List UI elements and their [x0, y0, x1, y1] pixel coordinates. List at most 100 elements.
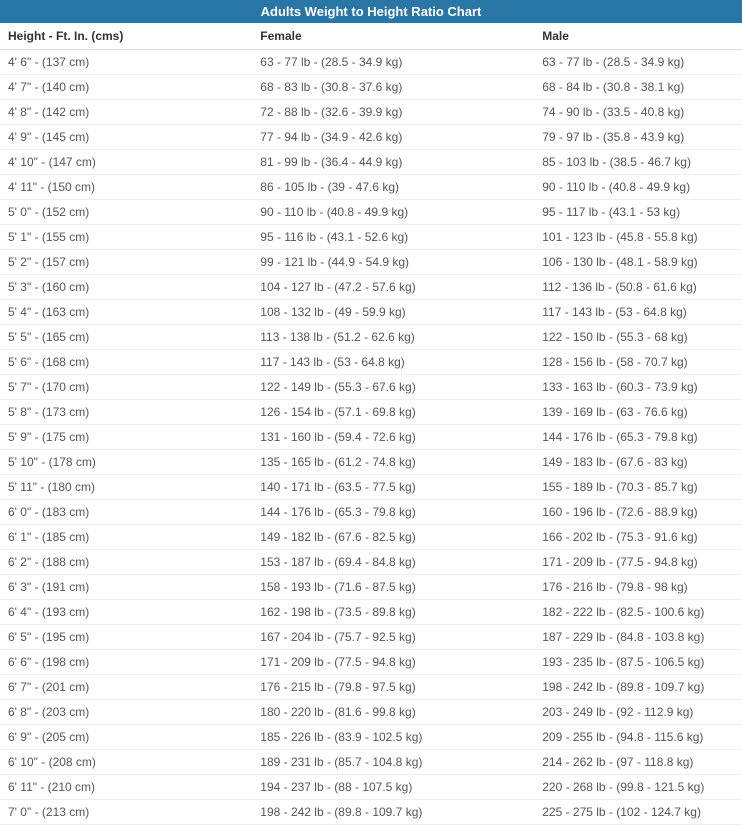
cell-female: 113 - 138 lb - (51.2 - 62.6 kg) — [252, 325, 534, 350]
cell-male: 106 - 130 lb - (48.1 - 58.9 kg) — [534, 250, 742, 275]
table-row: 5' 8" - (173 cm)126 - 154 lb - (57.1 - 6… — [0, 400, 742, 425]
cell-height: 5' 2" - (157 cm) — [0, 250, 252, 275]
table-row: 4' 11" - (150 cm)86 - 105 lb - (39 - 47.… — [0, 175, 742, 200]
cell-male: 101 - 123 lb - (45.8 - 55.8 kg) — [534, 225, 742, 250]
cell-male: 112 - 136 lb - (50.8 - 61.6 kg) — [534, 275, 742, 300]
cell-female: 149 - 182 lb - (67.6 - 82.5 kg) — [252, 525, 534, 550]
cell-height: 6' 6" - (198 cm) — [0, 650, 252, 675]
cell-female: 135 - 165 lb - (61.2 - 74.8 kg) — [252, 450, 534, 475]
chart-title: Adults Weight to Height Ratio Chart — [0, 0, 742, 23]
cell-height: 5' 10" - (178 cm) — [0, 450, 252, 475]
cell-height: 5' 6" - (168 cm) — [0, 350, 252, 375]
cell-height: 7' 0" - (213 cm) — [0, 800, 252, 825]
cell-height: 6' 9" - (205 cm) — [0, 725, 252, 750]
cell-male: 128 - 156 lb - (58 - 70.7 kg) — [534, 350, 742, 375]
table-row: 5' 11" - (180 cm)140 - 171 lb - (63.5 - … — [0, 475, 742, 500]
table-row: 6' 4" - (193 cm)162 - 198 lb - (73.5 - 8… — [0, 600, 742, 625]
cell-height: 6' 5" - (195 cm) — [0, 625, 252, 650]
table-row: 4' 8" - (142 cm)72 - 88 lb - (32.6 - 39.… — [0, 100, 742, 125]
cell-female: 95 - 116 lb - (43.1 - 52.6 kg) — [252, 225, 534, 250]
table-row: 6' 7" - (201 cm)176 - 215 lb - (79.8 - 9… — [0, 675, 742, 700]
cell-male: 176 - 216 lb - (79.8 - 98 kg) — [534, 575, 742, 600]
cell-male: 160 - 196 lb - (72.6 - 88.9 kg) — [534, 500, 742, 525]
table-row: 5' 7" - (170 cm)122 - 149 lb - (55.3 - 6… — [0, 375, 742, 400]
cell-female: 126 - 154 lb - (57.1 - 69.8 kg) — [252, 400, 534, 425]
table-row: 5' 5" - (165 cm)113 - 138 lb - (51.2 - 6… — [0, 325, 742, 350]
cell-height: 4' 11" - (150 cm) — [0, 175, 252, 200]
cell-female: 198 - 242 lb - (89.8 - 109.7 kg) — [252, 800, 534, 825]
cell-male: 63 - 77 lb - (28.5 - 34.9 kg) — [534, 50, 742, 75]
table-row: 5' 10" - (178 cm)135 - 165 lb - (61.2 - … — [0, 450, 742, 475]
cell-male: 187 - 229 lb - (84.8 - 103.8 kg) — [534, 625, 742, 650]
cell-male: 166 - 202 lb - (75.3 - 91.6 kg) — [534, 525, 742, 550]
table-row: 6' 0" - (183 cm)144 - 176 lb - (65.3 - 7… — [0, 500, 742, 525]
table-row: 5' 9" - (175 cm)131 - 160 lb - (59.4 - 7… — [0, 425, 742, 450]
cell-male: 90 - 110 lb - (40.8 - 49.9 kg) — [534, 175, 742, 200]
cell-female: 167 - 204 lb - (75.7 - 92.5 kg) — [252, 625, 534, 650]
cell-height: 5' 3" - (160 cm) — [0, 275, 252, 300]
cell-female: 162 - 198 lb - (73.5 - 89.8 kg) — [252, 600, 534, 625]
cell-height: 5' 9" - (175 cm) — [0, 425, 252, 450]
table-row: 6' 3" - (191 cm)158 - 193 lb - (71.6 - 8… — [0, 575, 742, 600]
cell-height: 6' 4" - (193 cm) — [0, 600, 252, 625]
cell-female: 171 - 209 lb - (77.5 - 94.8 kg) — [252, 650, 534, 675]
cell-male: 171 - 209 lb - (77.5 - 94.8 kg) — [534, 550, 742, 575]
cell-female: 158 - 193 lb - (71.6 - 87.5 kg) — [252, 575, 534, 600]
table-row: 6' 8" - (203 cm)180 - 220 lb - (81.6 - 9… — [0, 700, 742, 725]
table-header-row: Height - Ft. In. (cms) Female Male — [0, 23, 742, 50]
cell-male: 74 - 90 lb - (33.5 - 40.8 kg) — [534, 100, 742, 125]
table-row: 4' 10" - (147 cm)81 - 99 lb - (36.4 - 44… — [0, 150, 742, 175]
table-row: 6' 6" - (198 cm)171 - 209 lb - (77.5 - 9… — [0, 650, 742, 675]
cell-height: 4' 8" - (142 cm) — [0, 100, 252, 125]
cell-height: 5' 5" - (165 cm) — [0, 325, 252, 350]
cell-male: 182 - 222 lb - (82.5 - 100.6 kg) — [534, 600, 742, 625]
table-row: 6' 5" - (195 cm)167 - 204 lb - (75.7 - 9… — [0, 625, 742, 650]
cell-height: 6' 2" - (188 cm) — [0, 550, 252, 575]
cell-male: 85 - 103 lb - (38.5 - 46.7 kg) — [534, 150, 742, 175]
cell-female: 68 - 83 lb - (30.8 - 37.6 kg) — [252, 75, 534, 100]
cell-female: 194 - 237 lb - (88 - 107.5 kg) — [252, 775, 534, 800]
cell-height: 6' 11" - (210 cm) — [0, 775, 252, 800]
table-row: 4' 7" - (140 cm)68 - 83 lb - (30.8 - 37.… — [0, 75, 742, 100]
cell-female: 117 - 143 lb - (53 - 64.8 kg) — [252, 350, 534, 375]
cell-female: 176 - 215 lb - (79.8 - 97.5 kg) — [252, 675, 534, 700]
cell-height: 5' 0" - (152 cm) — [0, 200, 252, 225]
header-male: Male — [534, 23, 742, 50]
cell-female: 140 - 171 lb - (63.5 - 77.5 kg) — [252, 475, 534, 500]
table-row: 6' 1" - (185 cm)149 - 182 lb - (67.6 - 8… — [0, 525, 742, 550]
cell-male: 95 - 117 lb - (43.1 - 53 kg) — [534, 200, 742, 225]
cell-male: 155 - 189 lb - (70.3 - 85.7 kg) — [534, 475, 742, 500]
cell-height: 4' 10" - (147 cm) — [0, 150, 252, 175]
cell-female: 77 - 94 lb - (34.9 - 42.6 kg) — [252, 125, 534, 150]
cell-height: 4' 6" - (137 cm) — [0, 50, 252, 75]
cell-height: 6' 1" - (185 cm) — [0, 525, 252, 550]
cell-male: 225 - 275 lb - (102 - 124.7 kg) — [534, 800, 742, 825]
cell-height: 6' 10" - (208 cm) — [0, 750, 252, 775]
table-row: 4' 6" - (137 cm)63 - 77 lb - (28.5 - 34.… — [0, 50, 742, 75]
cell-female: 180 - 220 lb - (81.6 - 99.8 kg) — [252, 700, 534, 725]
table-row: 6' 10" - (208 cm)189 - 231 lb - (85.7 - … — [0, 750, 742, 775]
cell-male: 133 - 163 lb - (60.3 - 73.9 kg) — [534, 375, 742, 400]
cell-height: 4' 7" - (140 cm) — [0, 75, 252, 100]
cell-male: 117 - 143 lb - (53 - 64.8 kg) — [534, 300, 742, 325]
cell-male: 68 - 84 lb - (30.8 - 38.1 kg) — [534, 75, 742, 100]
cell-female: 144 - 176 lb - (65.3 - 79.8 kg) — [252, 500, 534, 525]
cell-female: 72 - 88 lb - (32.6 - 39.9 kg) — [252, 100, 534, 125]
cell-male: 220 - 268 lb - (99.8 - 121.5 kg) — [534, 775, 742, 800]
cell-male: 144 - 176 lb - (65.3 - 79.8 kg) — [534, 425, 742, 450]
cell-female: 104 - 127 lb - (47.2 - 57.6 kg) — [252, 275, 534, 300]
table-row: 4' 9" - (145 cm)77 - 94 lb - (34.9 - 42.… — [0, 125, 742, 150]
cell-female: 63 - 77 lb - (28.5 - 34.9 kg) — [252, 50, 534, 75]
cell-male: 214 - 262 lb - (97 - 118.8 kg) — [534, 750, 742, 775]
cell-height: 4' 9" - (145 cm) — [0, 125, 252, 150]
table-row: 5' 6" - (168 cm)117 - 143 lb - (53 - 64.… — [0, 350, 742, 375]
cell-female: 185 - 226 lb - (83.9 - 102.5 kg) — [252, 725, 534, 750]
cell-male: 139 - 169 lb - (63 - 76.6 kg) — [534, 400, 742, 425]
cell-height: 5' 8" - (173 cm) — [0, 400, 252, 425]
table-row: 5' 0" - (152 cm)90 - 110 lb - (40.8 - 49… — [0, 200, 742, 225]
table-row: 6' 2" - (188 cm)153 - 187 lb - (69.4 - 8… — [0, 550, 742, 575]
cell-female: 99 - 121 lb - (44.9 - 54.9 kg) — [252, 250, 534, 275]
cell-female: 131 - 160 lb - (59.4 - 72.6 kg) — [252, 425, 534, 450]
table-row: 7' 0" - (213 cm)198 - 242 lb - (89.8 - 1… — [0, 800, 742, 825]
header-height: Height - Ft. In. (cms) — [0, 23, 252, 50]
